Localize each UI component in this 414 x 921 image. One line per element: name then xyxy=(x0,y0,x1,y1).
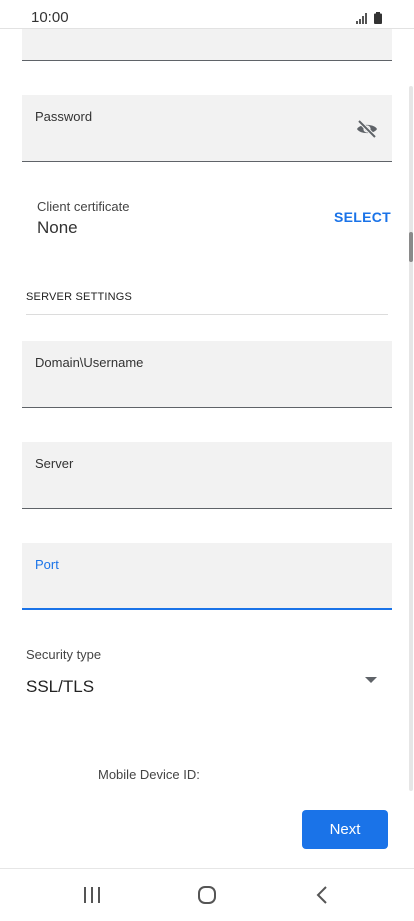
select-certificate-button[interactable]: SELECT xyxy=(334,209,391,225)
navigation-bar xyxy=(0,868,414,921)
status-time: 10:00 xyxy=(31,9,69,26)
client-certificate-value: None xyxy=(37,218,78,237)
scrollbar-track[interactable] xyxy=(409,86,413,791)
domain-username-field[interactable]: Domain\Username xyxy=(22,341,392,408)
server-label: Server xyxy=(35,456,74,471)
recents-icon[interactable] xyxy=(77,883,107,907)
signal-icon xyxy=(356,13,367,24)
server-settings-title: SERVER SETTINGS xyxy=(26,291,133,303)
domain-username-label: Domain\Username xyxy=(35,355,144,370)
password-label: Password xyxy=(35,109,93,124)
status-icons xyxy=(356,12,382,24)
email-field[interactable] xyxy=(22,28,392,61)
scrollbar-thumb[interactable] xyxy=(409,232,413,262)
mobile-device-id-label: Mobile Device ID: xyxy=(98,767,200,782)
client-certificate-label: Client certificate xyxy=(37,199,130,214)
server-field[interactable]: Server xyxy=(22,442,392,509)
eye-off-icon[interactable] xyxy=(355,117,379,141)
next-button[interactable]: Next xyxy=(302,810,388,849)
security-type-label: Security type xyxy=(26,647,102,662)
security-type-select[interactable]: SSL/TLS xyxy=(26,677,94,697)
port-label: Port xyxy=(35,557,59,572)
password-field[interactable]: Password xyxy=(22,95,392,162)
port-field[interactable]: Port xyxy=(22,543,392,610)
home-icon[interactable] xyxy=(192,883,222,907)
back-icon[interactable] xyxy=(307,883,337,907)
dropdown-arrow-icon[interactable] xyxy=(364,676,378,684)
status-bar: 10:00 xyxy=(0,0,414,29)
section-divider xyxy=(26,314,388,315)
battery-icon xyxy=(374,12,382,24)
